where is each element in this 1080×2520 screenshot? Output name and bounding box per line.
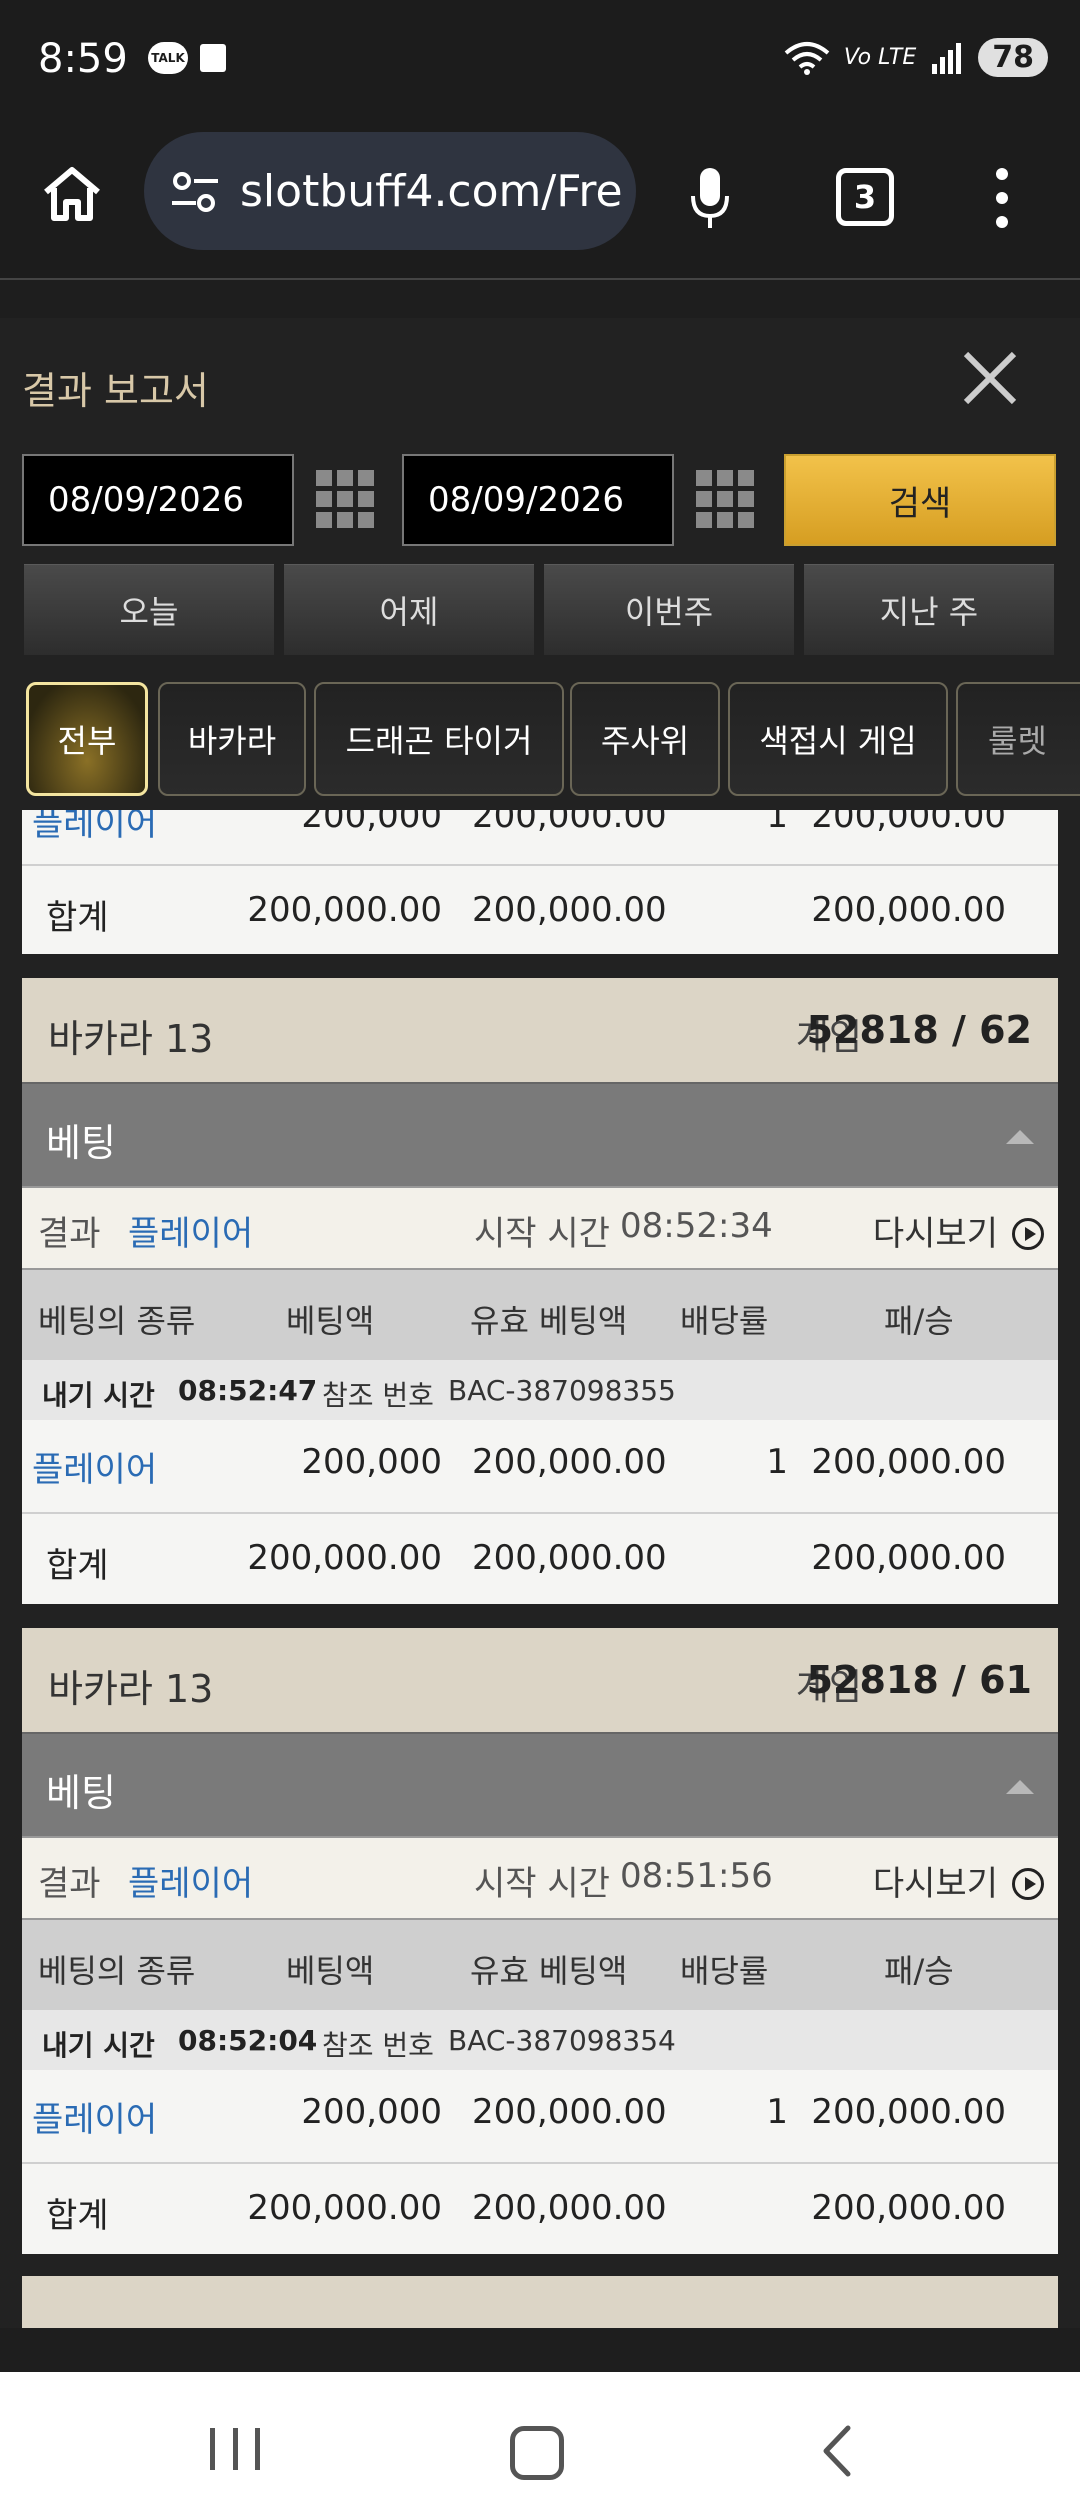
betting-toggle[interactable]: 베팅 <box>22 1732 1058 1836</box>
calendar-icon[interactable] <box>696 470 754 528</box>
calendar-icon[interactable] <box>316 470 374 528</box>
bet-info-row: 내기 시간 08:52:47 참조 번호 BAC-387098355 <box>22 1360 1058 1420</box>
game-round: 52818 / 61 <box>806 1658 1032 1702</box>
range-today-button[interactable]: 오늘 <box>24 564 274 655</box>
category-tab-all[interactable]: 전부 <box>26 682 148 796</box>
category-tab-roulette[interactable]: 룰렛 <box>956 682 1080 796</box>
kakaotalk-notification-icon: TALK <box>148 42 188 74</box>
volte-indicator: Vo LTE <box>843 45 917 70</box>
game-round: 52818 / 62 <box>806 1008 1032 1052</box>
address-bar[interactable]: slotbuff4.com/Fre <box>144 132 636 250</box>
collapse-caret-icon[interactable] <box>1006 1130 1034 1144</box>
result-row: 결과 플레이어 시작 시간 08:52:34 다시보기 <box>22 1186 1058 1268</box>
message-notification-icon <box>200 44 226 72</box>
play-icon[interactable] <box>1012 1217 1044 1250</box>
start-time: 08:51:56 <box>620 1856 773 1896</box>
reference-number: BAC-387098355 <box>448 1374 676 1407</box>
result-value: 플레이어 <box>128 1214 254 1254</box>
category-tab-dragon-tiger[interactable]: 드래곤 타이거 <box>314 682 564 796</box>
category-tab-dice[interactable]: 주사위 <box>570 682 720 796</box>
bet-row: 플레이어 200,000 200,000.00 1 200,000.00 <box>22 2070 1058 2162</box>
back-icon[interactable] <box>822 2424 852 2478</box>
game-header: 바카라 13 게임 52818 / 62 <box>22 978 1058 1082</box>
game-name: 바카라 13 <box>48 1667 214 1711</box>
collapse-caret-icon[interactable] <box>1006 1780 1034 1794</box>
replay-link[interactable]: 다시보기 <box>873 1206 998 1255</box>
bet-row: 플레이어 200,000 200,000.00 1 200,000.00 <box>22 1420 1058 1512</box>
status-time: 8:59 <box>38 36 128 82</box>
category-tab-color-disc[interactable]: 색접시 게임 <box>728 682 948 796</box>
bet-row: 플레이어 200,000 200,000.00 1 200,000.00 <box>22 810 1058 864</box>
replay-link[interactable]: 다시보기 <box>873 1856 998 1905</box>
result-report-modal: 결과 보고서 08/09/2026 08/09/2026 검색 오늘 어제 이번… <box>0 318 1080 2328</box>
battery-indicator: 78 <box>978 38 1048 77</box>
modal-title: 결과 보고서 <box>22 369 209 413</box>
sum-row: 합계 200,000.00 200,000.00 200,000.00 <box>22 2162 1058 2254</box>
signal-icon <box>932 42 962 74</box>
browser-toolbar: slotbuff4.com/Fre 3 <box>0 122 1080 278</box>
play-icon[interactable] <box>1012 1867 1044 1900</box>
result-row: 결과 플레이어 시작 시간 08:51:56 다시보기 <box>22 1836 1058 1918</box>
tab-switcher-button[interactable]: 3 <box>836 168 894 226</box>
bet-info-row: 내기 시간 08:52:04 참조 번호 BAC-387098354 <box>22 2010 1058 2070</box>
range-yesterday-button[interactable]: 어제 <box>284 564 534 655</box>
site-settings-icon[interactable] <box>170 170 220 214</box>
sum-row: 합계 200,000.00 200,000.00 200,000.00 <box>22 864 1058 954</box>
close-icon[interactable] <box>960 348 1020 408</box>
start-time: 08:52:34 <box>620 1206 773 1246</box>
result-list[interactable]: 플레이어 200,000 200,000.00 1 200,000.00 합계 … <box>22 810 1058 2328</box>
system-navigation-bar <box>0 2372 1080 2520</box>
search-button[interactable]: 검색 <box>784 454 1056 546</box>
game-header: 바카라 13 게임 52818 / 61 <box>22 1628 1058 1732</box>
date-from-input[interactable]: 08/09/2026 <box>22 454 294 546</box>
range-last-week-button[interactable]: 지난 주 <box>804 564 1054 655</box>
game-name: 바카라 13 <box>48 1017 214 1061</box>
toolbar-divider <box>0 278 1080 280</box>
place-time: 08:52:47 <box>178 1374 318 1407</box>
status-bar: 8:59 TALK Vo LTE 78 <box>0 0 1080 122</box>
microphone-icon[interactable] <box>690 166 730 230</box>
date-to-input[interactable]: 08/09/2026 <box>402 454 674 546</box>
reference-number: BAC-387098354 <box>448 2024 676 2057</box>
recent-apps-icon[interactable] <box>210 2428 260 2470</box>
sum-row: 합계 200,000.00 200,000.00 200,000.00 <box>22 1512 1058 1604</box>
more-menu-icon[interactable] <box>994 166 1010 230</box>
home-nav-icon[interactable] <box>510 2426 564 2480</box>
result-value: 플레이어 <box>128 1864 254 1904</box>
place-time: 08:52:04 <box>178 2024 318 2057</box>
category-tab-baccarat[interactable]: 바카라 <box>158 682 306 796</box>
bet-table-header: 베팅의 종류 베팅액 유효 베팅액 배당률 패/승 <box>22 1268 1058 1360</box>
bet-table-header: 베팅의 종류 베팅액 유효 베팅액 배당률 패/승 <box>22 1918 1058 2010</box>
home-icon[interactable] <box>40 162 104 226</box>
wifi-icon <box>784 41 830 75</box>
betting-toggle[interactable]: 베팅 <box>22 1082 1058 1186</box>
game-header-partial <box>22 2276 1058 2328</box>
range-this-week-button[interactable]: 이번주 <box>544 564 794 655</box>
url-text: slotbuff4.com/Fre <box>240 166 623 217</box>
